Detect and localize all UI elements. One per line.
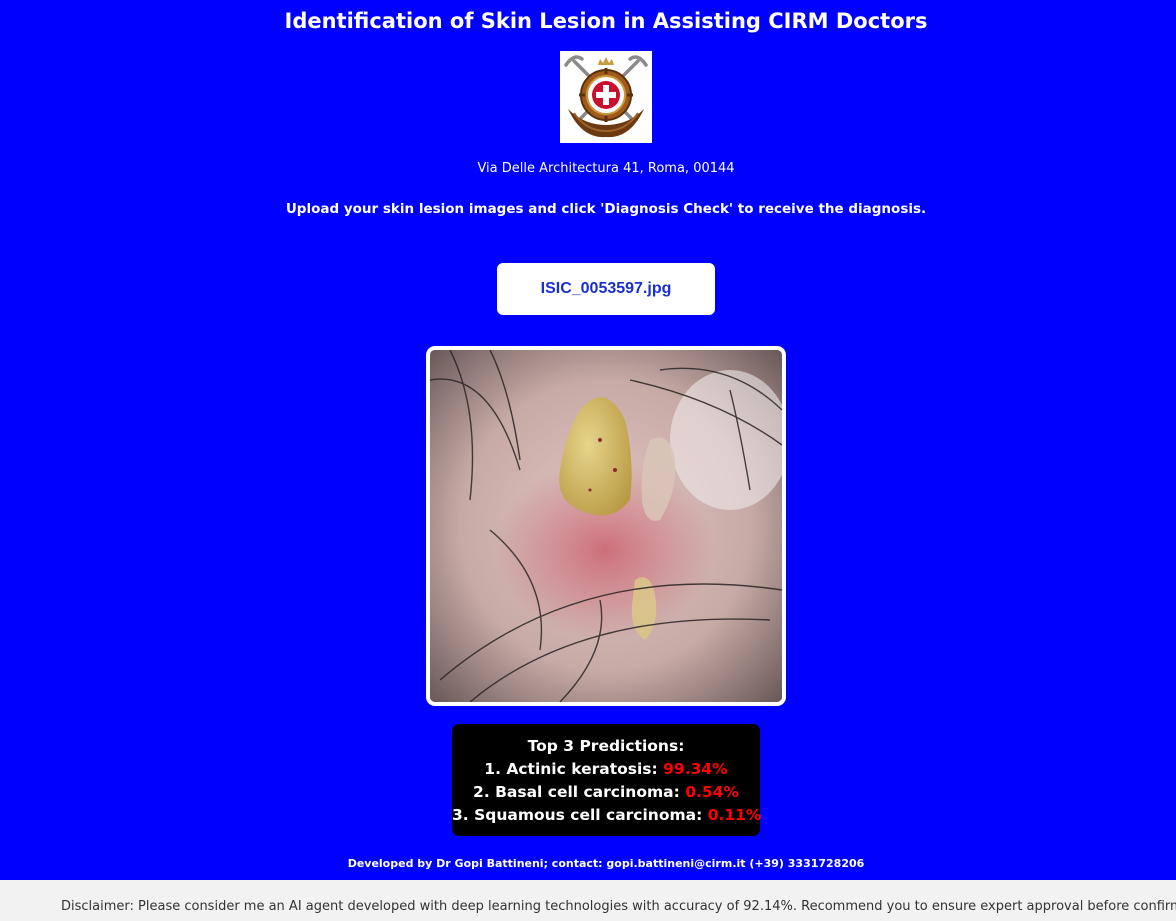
disclaimer-text: Disclaimer: Please consider me an AI age… (61, 899, 1176, 914)
developer-contact: Developed by Dr Gopi Battineni; contact:… (347, 857, 865, 870)
dermoscopy-lesion-photo (430, 350, 782, 702)
cirm-logo (560, 51, 652, 143)
prediction-item: 1. Actinic keratosis: 99.34% (452, 758, 760, 781)
prediction-label: 2. Basal cell carcinoma: (473, 783, 686, 801)
cirm-emblem-icon (564, 55, 648, 138)
prediction-label: 3. Squamous cell carcinoma: (452, 806, 708, 824)
prediction-item: 2. Basal cell carcinoma: 0.54% (452, 781, 760, 804)
page-title: Identification of Skin Lesion in Assisti… (284, 9, 928, 33)
prediction-percent: 99.34% (663, 760, 728, 778)
prediction-item: 3. Squamous cell carcinoma: 0.11% (452, 804, 762, 827)
prediction-percent: 0.54% (685, 783, 739, 801)
prediction-percent: 0.11% (707, 806, 762, 824)
address: Via Delle Architectura 41, Roma, 00144 (477, 161, 735, 176)
predictions-panel: Top 3 Predictions: 1. Actinic keratosis:… (452, 724, 762, 836)
predictions-title: Top 3 Predictions: (527, 737, 685, 755)
disclaimer-bar: Disclaimer: Please consider me an AI age… (0, 880, 1176, 921)
lesion-image (426, 346, 786, 706)
instructions-text: Upload your skin lesion images and click… (285, 201, 927, 217)
file-upload-button[interactable]: ISIC_0053597.jpg (497, 263, 715, 315)
prediction-label: 1. Actinic keratosis: (484, 760, 664, 778)
